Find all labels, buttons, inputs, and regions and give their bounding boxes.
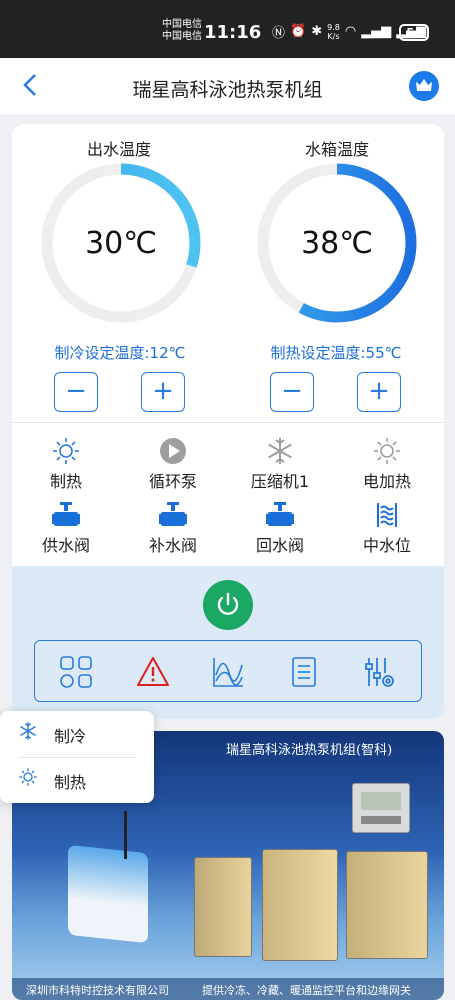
mode-cool-label: 制冷 [54, 727, 87, 746]
valve-icon [237, 500, 323, 530]
mode-heat-label: 制热 [54, 773, 87, 792]
mode-heat-option[interactable]: 制热 [0, 757, 154, 803]
heating-plus-button[interactable]: + [357, 372, 401, 412]
settings-sliders-icon[interactable] [363, 655, 397, 689]
divider [12, 422, 444, 423]
heating-minus-button[interactable]: − [270, 372, 314, 412]
status-label: 中水位 [362, 536, 411, 555]
outlet-temp-label: 出水温度 [86, 140, 151, 159]
antenna-image [124, 811, 127, 859]
status-electric-heater: 电加热 [344, 436, 430, 492]
status-compressor-1: 压缩机1 [237, 436, 323, 492]
nfc-icon: Ⓝ [272, 26, 286, 41]
tank-temp-value: 38℃ [301, 226, 373, 261]
carrier-2: 中国电信 [162, 31, 202, 42]
heat-pump-unit-large [346, 851, 428, 959]
status-water-level: 中水位 [344, 500, 430, 556]
alarm-warning-icon[interactable] [136, 655, 170, 689]
main-card: 出水温度 30℃ 水箱温度 38℃ 制冷设定温度:12℃ 制热设定温度:55℃ … [12, 124, 444, 719]
status-label: 循环泵 [148, 472, 197, 491]
carrier-label: 中国电信 中国电信 [162, 19, 202, 43]
snowflake-icon [237, 436, 323, 466]
valve-icon [23, 500, 109, 530]
sun-icon [344, 436, 430, 466]
sun-icon [18, 767, 38, 792]
heat-pump-unit-small [194, 857, 252, 957]
banner-title: 瑞星高科泳池热泵机组(智科) [226, 743, 393, 758]
cooling-setpoint: 制冷设定温度:12℃ [54, 344, 186, 362]
net-speed-value: 9.8 [327, 22, 340, 32]
pump-play-icon [130, 436, 216, 466]
water-level-icon [344, 500, 430, 530]
crown-icon[interactable] [409, 71, 439, 101]
snowflake-icon [18, 721, 38, 746]
gateway-device-image [68, 844, 148, 944]
status-supply-valve: 供水阀 [23, 500, 109, 556]
cooling-plus-button[interactable]: + [141, 372, 185, 412]
status-makeup-valve: 补水阀 [130, 500, 216, 556]
heating-setpoint: 制热设定温度:55℃ [270, 344, 402, 362]
status-label: 制热 [49, 472, 82, 491]
status-circulation-pump: 循环泵 [130, 436, 216, 492]
valve-icon [130, 500, 216, 530]
banner-company: 深圳市科特时控技术有限公司 [26, 984, 169, 997]
wifi-icon: ◠ [344, 24, 357, 39]
signal-icon: ▂▄▆ [361, 24, 392, 39]
carrier-1: 中国电信 [162, 19, 202, 30]
app-bar: 瑞星高科泳池热泵机组 [0, 58, 455, 114]
list-document-icon[interactable] [287, 655, 321, 689]
status-label: 供水阀 [41, 536, 90, 555]
power-icon [217, 592, 239, 615]
banner-slogan: 提供冷冻、冷藏、暖通监控平台和边缘网关 [202, 984, 411, 997]
curve-chart-icon[interactable] [211, 655, 245, 689]
grid-apps-icon[interactable] [59, 655, 93, 689]
battery-icon: 54 [399, 24, 429, 41]
outlet-temp-gauge: 30℃ [38, 160, 204, 326]
net-speed-unit: K/s [327, 31, 340, 41]
status-label: 压缩机1 [250, 472, 310, 491]
tank-temp-gauge: 38℃ [254, 160, 420, 326]
function-toolbar [34, 640, 422, 702]
status-heating: 制热 [23, 436, 109, 492]
clock: 11:16 [204, 22, 262, 43]
power-button[interactable] [203, 580, 253, 630]
bluetooth-icon: ✱ [311, 24, 323, 39]
page-title: 瑞星高科泳池热泵机组 [132, 79, 323, 101]
tank-temp-label: 水箱温度 [304, 140, 369, 159]
control-panel [12, 566, 444, 719]
status-bar: 中国电信 中国电信 11:16 Ⓝ ⏰ ✱ 9.8 K/s ◠ ▂▄▆ ▂▄▆ … [0, 0, 455, 58]
network-speed: 9.8 K/s [327, 23, 340, 41]
status-label: 补水阀 [148, 536, 197, 555]
outlet-temp-value: 30℃ [85, 226, 157, 261]
status-label: 电加热 [362, 472, 411, 491]
banner-footer: 深圳市科特时控技术有限公司 提供冷冻、冷藏、暖通监控平台和边缘网关 [12, 978, 444, 1000]
mode-cool-option[interactable]: 制冷 [0, 711, 154, 757]
status-return-valve: 回水阀 [237, 500, 323, 556]
cooling-minus-button[interactable]: − [54, 372, 98, 412]
sun-icon [23, 436, 109, 466]
controller-panel-image [352, 783, 410, 833]
heat-pump-unit-medium [262, 849, 338, 961]
mode-popup-menu: 制冷 制热 [0, 711, 154, 803]
alarm-clock-icon: ⏰ [290, 24, 307, 39]
status-label: 回水阀 [255, 536, 304, 555]
